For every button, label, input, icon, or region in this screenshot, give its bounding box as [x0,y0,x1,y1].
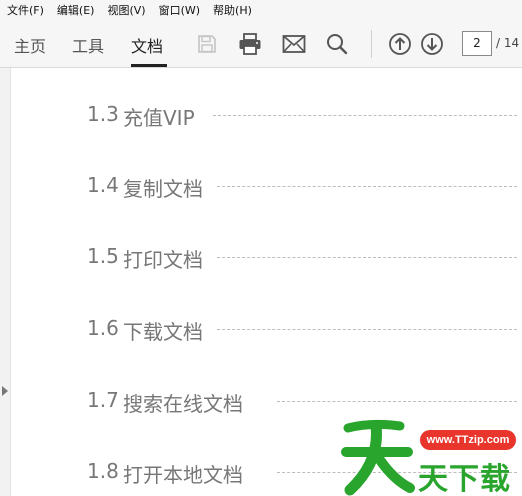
mail-button[interactable] [281,31,307,57]
toc-item[interactable]: 1.3 充值VIP [87,100,517,130]
watermark-url: www.TTzip.com [420,430,516,450]
toc-item[interactable]: 1.4 复制文档 [87,171,517,201]
navigation-panel-handle[interactable] [0,68,11,496]
print-icon [239,33,261,55]
toc-item[interactable]: 1.7 搜索在线文档 [87,386,517,416]
toc-number: 1.7 [87,388,119,412]
print-button[interactable] [237,31,263,57]
toc-leader [213,115,517,116]
toc-number: 1.5 [87,244,119,268]
arrow-down-icon [421,33,443,55]
toc-number: 1.6 [87,316,119,340]
toc-title: 充值VIP [123,106,195,130]
watermark-logo-icon [341,419,415,496]
menu-window[interactable]: 窗口(W) [159,2,200,18]
toc-title: 下载文档 [123,320,203,344]
tab-document[interactable]: 文档 [131,33,163,57]
menubar: 文件(F) 编辑(E) 视图(V) 窗口(W) 帮助(H) [0,0,522,20]
toc-number: 1.4 [87,173,119,197]
next-page-button[interactable] [419,31,445,57]
search-button[interactable] [324,31,350,57]
tab-tools[interactable]: 工具 [72,33,104,57]
search-icon [327,34,348,55]
page-number-input[interactable]: 2 [462,31,492,56]
toc-leader [277,401,517,402]
previous-page-button[interactable] [387,31,413,57]
save-icon [198,35,216,53]
toolbar-separator [371,30,372,58]
site-watermark: www.TTzip.com 天下载 [340,418,522,496]
watermark-name: 天下载 [418,462,511,496]
menu-view[interactable]: 视图(V) [107,2,145,18]
menu-file[interactable]: 文件(F) [7,2,44,18]
toc-leader [217,186,517,187]
toolbar: 主页 工具 文档 2 / 14 [0,20,522,68]
toc-leader [217,329,517,330]
menu-help[interactable]: 帮助(H) [213,2,252,18]
toc-number: 1.3 [87,102,119,126]
arrow-up-icon [389,33,411,55]
toc-leader [217,257,517,258]
page-total: / 14 [496,36,520,50]
active-tab-indicator [131,64,167,67]
toc-title: 打开本地文档 [123,463,243,487]
chevron-right-icon[interactable] [2,386,8,396]
menu-edit[interactable]: 编辑(E) [57,2,95,18]
pdf-reader-window: 文件(F) 编辑(E) 视图(V) 窗口(W) 帮助(H) 主页 工具 文档 2… [0,0,522,496]
toc-number: 1.8 [87,459,119,483]
mail-icon [282,35,306,53]
toc-title: 搜索在线文档 [123,392,243,416]
toc-item[interactable]: 1.6 下载文档 [87,314,517,344]
tab-home[interactable]: 主页 [14,33,46,57]
toc-title: 打印文档 [123,248,203,272]
toc-title: 复制文档 [123,177,203,201]
save-button[interactable] [194,31,220,57]
toc-item[interactable]: 1.5 打印文档 [87,242,517,272]
